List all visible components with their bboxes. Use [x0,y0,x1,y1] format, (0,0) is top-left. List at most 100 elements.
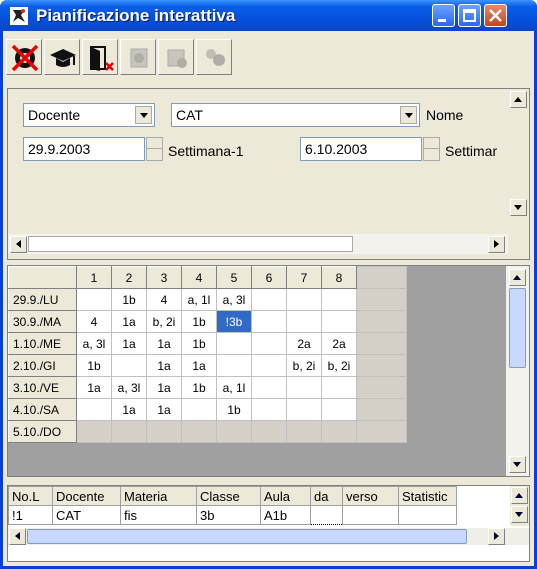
grid-cell[interactable] [286,398,322,421]
grid-cell[interactable]: 1b [216,398,252,421]
grid-cell[interactable]: 2a [286,332,322,355]
grid-vertical-scrollbar[interactable] [506,266,529,476]
row-header[interactable]: 3.10./VE [8,376,77,399]
grid-cell[interactable] [216,420,252,443]
name-select-dropdown[interactable] [400,106,417,124]
grid-scroll-up-button[interactable] [509,269,526,286]
grid-scroll-down-button[interactable] [509,456,526,473]
name-select[interactable]: CAT [171,103,420,127]
grid-cell[interactable] [286,420,322,443]
panel-vertical-scrollbar[interactable] [508,89,529,216]
grid-scroll-thumb[interactable] [509,288,526,368]
grid-cell[interactable] [216,332,252,355]
grid-cell[interactable] [251,288,287,311]
grid-cell[interactable] [76,288,112,311]
grid-cell[interactable] [216,354,252,377]
grid-cell[interactable]: 1a [111,332,147,355]
date-to-spinner[interactable] [423,137,440,161]
type-select-dropdown[interactable] [135,106,152,124]
grid-cell[interactable] [251,376,287,399]
grid-cell[interactable] [76,420,112,443]
type-select[interactable]: Docente [23,103,155,127]
grid-cell[interactable]: 2a [321,332,357,355]
scroll-down-button[interactable] [510,199,527,216]
disabled-tool-2[interactable] [158,39,194,75]
column-header[interactable]: 2 [111,266,147,289]
disabled-tool-1[interactable] [120,39,156,75]
grid-cell[interactable]: 4 [146,288,182,311]
grid-cell[interactable] [321,376,357,399]
grid-cell[interactable] [111,354,147,377]
teacher-tool-button[interactable] [44,39,80,75]
spin-down-icon[interactable] [424,149,439,160]
details-column-header[interactable]: No.L [8,486,53,506]
grid-cell[interactable]: a, 3l [216,288,252,311]
grid-cell[interactable] [321,420,357,443]
details-column-header[interactable]: Docente [52,486,121,506]
grid-cell[interactable] [111,420,147,443]
scroll-right-button[interactable] [488,236,505,253]
grid-cell[interactable] [251,332,287,355]
details-cell[interactable]: !1 [8,505,53,525]
grid-cell[interactable]: b, 2i [321,354,357,377]
grid-cell[interactable]: 1a [111,310,147,333]
grid-cell[interactable]: a, 1l [181,288,217,311]
row-header[interactable]: 5.10./DO [8,420,77,443]
close-button[interactable] [484,4,507,27]
grid-cell[interactable]: a, 3l [111,376,147,399]
details-cell[interactable]: fis [120,505,197,525]
row-header[interactable]: 4.10./SA [8,398,77,421]
grid-cell[interactable] [251,310,287,333]
details-scroll-left-button[interactable] [9,528,26,545]
details-column-header[interactable]: Materia [120,486,197,506]
grid-cell[interactable] [286,310,322,333]
grid-cell[interactable]: a, 3l [76,332,112,355]
details-cell[interactable]: 3b [196,505,261,525]
grid-cell[interactable]: 1b [181,332,217,355]
row-header[interactable]: 30.9./MA [8,310,77,333]
column-header[interactable]: 4 [181,266,217,289]
grid-cell[interactable]: 1a [181,354,217,377]
grid-cell[interactable]: 4 [76,310,112,333]
grid-cell[interactable]: !3b [216,310,252,333]
grid-cell[interactable]: b, 2i [146,310,182,333]
details-cell[interactable] [310,505,343,525]
details-column-header[interactable]: Statistic [398,486,457,506]
grid-cell[interactable] [181,398,217,421]
scroll-up-button[interactable] [510,91,527,108]
grid-cell[interactable]: 1b [76,354,112,377]
row-header[interactable]: 29.9./LU [8,288,77,311]
details-scroll-thumb[interactable] [27,529,467,544]
details-scroll-up-button[interactable] [511,487,528,504]
column-header[interactable]: 7 [286,266,322,289]
minimize-button[interactable] [432,4,455,27]
details-column-header[interactable]: verso [342,486,399,506]
grid-cell[interactable] [251,354,287,377]
grid-cell[interactable] [251,398,287,421]
grid-cell[interactable] [286,288,322,311]
cancel-tool-button[interactable] [6,39,42,75]
details-column-header[interactable]: Aula [260,486,311,506]
grid-cell[interactable]: a, 1l [216,376,252,399]
column-header[interactable]: 8 [321,266,357,289]
scroll-left-button[interactable] [10,236,27,253]
spin-down-icon[interactable] [147,149,162,160]
grid-cell[interactable]: 1a [146,354,182,377]
details-column-header[interactable]: Classe [196,486,261,506]
grid-cell[interactable] [286,376,322,399]
details-horizontal-scrollbar[interactable] [8,528,529,545]
grid-cell[interactable]: 1b [181,310,217,333]
grid-cell[interactable] [321,288,357,311]
grid-cell[interactable]: 1a [146,332,182,355]
panel-horizontal-scrollbar[interactable] [8,234,508,254]
scroll-thumb[interactable] [28,236,353,252]
details-scroll-down-button[interactable] [511,506,528,523]
grid-cell[interactable]: b, 2i [286,354,322,377]
column-header[interactable]: 5 [216,266,252,289]
details-scroll-right-button[interactable] [488,528,505,545]
date-from-spinner[interactable] [146,137,163,161]
grid-cell[interactable]: 1b [181,376,217,399]
row-header[interactable]: 1.10./ME [8,332,77,355]
maximize-button[interactable] [458,4,481,27]
grid-cell[interactable] [321,398,357,421]
